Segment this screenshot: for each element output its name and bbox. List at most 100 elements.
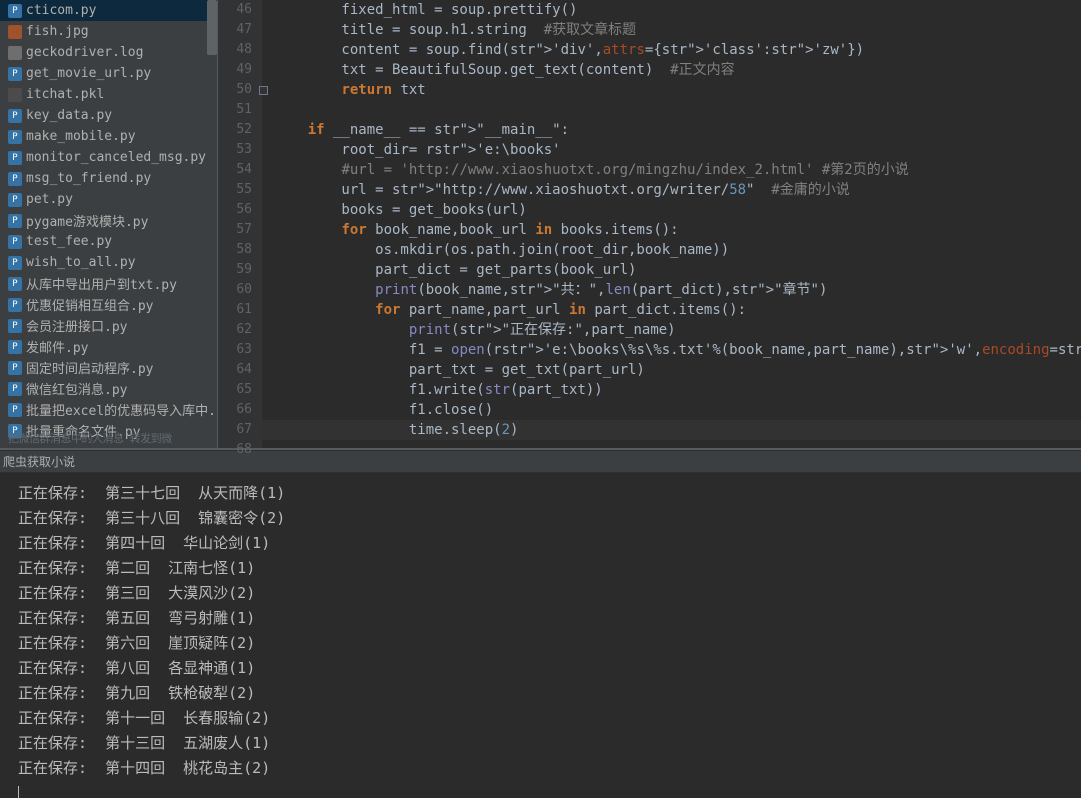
- code-line[interactable]: part_txt = get_txt(part_url): [262, 360, 1081, 380]
- code-line[interactable]: f1.close(): [262, 400, 1081, 420]
- line-number: 49: [218, 60, 252, 80]
- code-line[interactable]: f1 = open(rstr">'e:\books\%s\%s.txt'%(bo…: [262, 340, 1081, 360]
- line-number: 55: [218, 180, 252, 200]
- code-line[interactable]: [262, 100, 1081, 120]
- file-tree-item[interactable]: Pmonitor_canceled_msg.py: [0, 147, 217, 168]
- console-line: 正在保存: 第九回 铁枪破犁(2): [18, 681, 1071, 706]
- file-tree-item[interactable]: P 从库中导出用户到txt.py: [0, 273, 217, 294]
- file-tree-item[interactable]: Ppet.py: [0, 189, 217, 210]
- code-editor[interactable]: 4647484950515253545556575859606162636465…: [218, 0, 1081, 448]
- file-tree-item[interactable]: Pkey_data.py: [0, 105, 217, 126]
- code-line[interactable]: os.mkdir(os.path.join(root_dir,book_name…: [262, 240, 1081, 260]
- line-number: 66: [218, 400, 252, 420]
- file-tree-item[interactable]: P发邮件.py: [0, 336, 217, 357]
- file-name-label: wish_to_all.py: [26, 255, 136, 270]
- line-number: 61: [218, 300, 252, 320]
- console-panel: 爬虫获取小说 正在保存: 第三十七回 从天而降(1)正在保存: 第三十八回 锦囊…: [0, 450, 1081, 798]
- py-file-icon: P: [8, 256, 22, 270]
- console-tab[interactable]: 爬虫获取小说: [0, 451, 1081, 473]
- line-number: 63: [218, 340, 252, 360]
- file-name-label: 批量把excel的优惠码导入库中.py: [26, 400, 217, 419]
- file-tree-item[interactable]: Pmake_mobile.py: [0, 126, 217, 147]
- file-name-label: key_data.py: [26, 108, 112, 123]
- file-name-label: 固定时间启动程序.py: [26, 358, 153, 377]
- line-number: 54: [218, 160, 252, 180]
- code-area[interactable]: fixed_html = soup.prettify() title = sou…: [262, 0, 1081, 448]
- console-line: 正在保存: 第四十回 华山论剑(1): [18, 531, 1071, 556]
- file-name-label: 优惠促销相互组合.py: [26, 295, 153, 314]
- code-line[interactable]: txt = BeautifulSoup.get_text(content) #正…: [262, 60, 1081, 80]
- py-file-icon: P: [8, 298, 22, 312]
- line-number: 67: [218, 420, 252, 440]
- code-line[interactable]: #url = 'http://www.xiaoshuotxt.org/mingz…: [262, 160, 1081, 180]
- file-tree-item[interactable]: Pwish_to_all.py: [0, 252, 217, 273]
- project-sidebar[interactable]: Pcticom.py fish.jpg geckodriver.logPget_mo…: [0, 0, 218, 448]
- code-line[interactable]: title = soup.h1.string #获取文章标题: [262, 20, 1081, 40]
- sidebar-scrollbar-thumb[interactable]: [207, 0, 217, 55]
- code-line[interactable]: books = get_books(url): [262, 200, 1081, 220]
- file-tree-item[interactable]: itchat.pkl: [0, 84, 217, 105]
- file-tree-item[interactable]: P批量把excel的优惠码导入库中.py: [0, 399, 217, 420]
- file-name-label: msg_to_friend.py: [26, 171, 151, 186]
- code-line[interactable]: part_dict = get_parts(book_url): [262, 260, 1081, 280]
- line-number: 58: [218, 240, 252, 260]
- upper-pane: Pcticom.py fish.jpg geckodriver.logPget_mo…: [0, 0, 1081, 450]
- file-tree-item[interactable]: Pget_movie_url.py: [0, 63, 217, 84]
- py-file-icon: P: [8, 277, 22, 291]
- line-number: 57: [218, 220, 252, 240]
- file-name-label: itchat.pkl: [26, 87, 104, 102]
- code-line[interactable]: fixed_html = soup.prettify(): [262, 0, 1081, 20]
- file-tree-item[interactable]: Ppygame游戏模块.py: [0, 210, 217, 231]
- file-tree-item[interactable]: P会员注册接口.py: [0, 315, 217, 336]
- line-number-gutter: 4647484950515253545556575859606162636465…: [218, 0, 262, 448]
- console-line: 正在保存: 第十四回 桃花岛主(2): [18, 756, 1071, 781]
- file-tree-item[interactable]: geckodriver.log: [0, 42, 217, 63]
- code-line[interactable]: [262, 440, 1081, 448]
- code-line[interactable]: return txt: [262, 80, 1081, 100]
- console-caret: [18, 781, 1071, 798]
- code-line[interactable]: time.sleep(2): [262, 420, 1081, 440]
- file-tree-item[interactable]: Pmsg_to_friend.py: [0, 168, 217, 189]
- file-name-label: fish.jpg: [26, 24, 89, 39]
- code-line[interactable]: root_dir= rstr">'e:\books': [262, 140, 1081, 160]
- py-file-icon: P: [8, 382, 22, 396]
- console-line: 正在保存: 第六回 崖顶疑阵(2): [18, 631, 1071, 656]
- code-line[interactable]: for part_name,part_url in part_dict.item…: [262, 300, 1081, 320]
- code-line[interactable]: f1.write(str(part_txt)): [262, 380, 1081, 400]
- console-line: 正在保存: 第十一回 长春服输(2): [18, 706, 1071, 731]
- py-file-icon: P: [8, 130, 22, 144]
- code-line[interactable]: content = soup.find(str">'div',attrs={st…: [262, 40, 1081, 60]
- file-list[interactable]: Pcticom.py fish.jpg geckodriver.logPget_mo…: [0, 0, 217, 448]
- file-tree-item[interactable]: P微信红包消息.py: [0, 378, 217, 399]
- code-line[interactable]: url = str">"http://www.xiaoshuotxt.org/w…: [262, 180, 1081, 200]
- bin-file-icon: [8, 88, 22, 102]
- file-name-label: pygame游戏模块.py: [26, 211, 148, 230]
- code-line[interactable]: print(book_name,str">"共：",len(part_dict)…: [262, 280, 1081, 300]
- file-tree-item[interactable]: P 固定时间启动程序.py: [0, 357, 217, 378]
- file-name-label: make_mobile.py: [26, 129, 136, 144]
- line-number: 60: [218, 280, 252, 300]
- ide-window: Pcticom.py fish.jpg geckodriver.logPget_mo…: [0, 0, 1081, 798]
- code-line[interactable]: print(str">"正在保存:",part_name): [262, 320, 1081, 340]
- line-number: 59: [218, 260, 252, 280]
- console-line: 正在保存: 第五回 弯弓射雕(1): [18, 606, 1071, 631]
- line-number: 50: [218, 80, 252, 100]
- code-line[interactable]: if __name__ == str">"__main__":: [262, 120, 1081, 140]
- py-file-icon: P: [8, 340, 22, 354]
- file-tree-item[interactable]: Pcticom.py: [0, 0, 217, 21]
- py-file-icon: P: [8, 235, 22, 249]
- console-output[interactable]: 正在保存: 第三十七回 从天而降(1)正在保存: 第三十八回 锦囊密令(2)正在…: [0, 473, 1081, 798]
- console-line: 正在保存: 第三十七回 从天而降(1): [18, 481, 1071, 506]
- py-file-icon: P: [8, 151, 22, 165]
- code-line[interactable]: for book_name,book_url in books.items():: [262, 220, 1081, 240]
- console-line: 正在保存: 第三十八回 锦囊密令(2): [18, 506, 1071, 531]
- py-file-icon: P: [8, 109, 22, 123]
- py-file-icon: P: [8, 361, 22, 375]
- file-name-label: 从库中导出用户到txt.py: [26, 274, 177, 293]
- line-number: 52: [218, 120, 252, 140]
- file-tree-item[interactable]: Ptest_fee.py: [0, 231, 217, 252]
- file-tree-item[interactable]: fish.jpg: [0, 21, 217, 42]
- file-name-label: cticom.py: [26, 3, 96, 18]
- file-tree-item[interactable]: P 优惠促销相互组合.py: [0, 294, 217, 315]
- py-file-icon: P: [8, 193, 22, 207]
